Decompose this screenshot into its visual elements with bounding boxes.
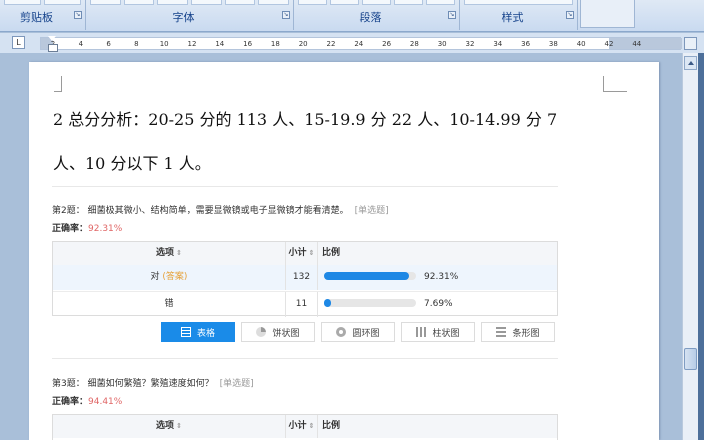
sort-icon: ⇕ [308,422,315,430]
ratio-bar [324,299,416,307]
table-row: 错 11 7.69% [53,291,557,317]
ribbon: 剪贴板 ↘ 字体 ↘ 段落 ↘ 样式 ↘ [0,0,704,32]
scrollbar-thumb[interactable] [684,348,697,370]
ruler-tick: 6 [106,40,111,48]
ruler-tick: 30 [437,40,447,48]
ruler-tick: 28 [409,40,419,48]
sort-icon: ⇕ [176,422,182,430]
ruler-tick: 34 [493,40,503,48]
tab-selector-button[interactable]: L [12,36,25,49]
view-ring-button: 圆环图 [321,322,395,342]
result-table: 选项 ⇕ 小计 ⇕ 比例 [52,414,558,440]
view-pie-button: 饼状图 [241,322,315,342]
view-table-button: 表格 [161,322,235,342]
ribbon-group-paragraph: 段落 ↘ [294,0,460,30]
margin-corner-mark [603,76,627,92]
ribbon-group-label: 段落 [359,11,382,24]
question-title: 第3题： 细菌如何繁殖？繁殖速度如何？ [单选题] [52,379,254,389]
ruler-tick: 36 [521,40,531,48]
margin-corner-mark [54,76,62,92]
view-bar-button: 条形图 [481,322,555,342]
ruler-tick: 16 [243,40,253,48]
ratio-bar [324,272,416,280]
ruler-tick: 44 [632,40,642,48]
result-table: 选项 ⇕ 小计 ⇕ 比例 对 (答案) 132 92.31% 错 11 7.69% [52,241,558,317]
ruler-tick: 20 [298,40,308,48]
ruler-tick: 10 [159,40,169,48]
ruler-tick: 26 [382,40,392,48]
accuracy-text: 正确率：92.31% [52,224,123,234]
ruler-tick: 22 [326,40,336,48]
ribbon-group-label: 字体 [172,11,195,24]
ruler-tick: 24 [354,40,364,48]
vertical-scrollbar[interactable] [682,53,698,440]
ribbon-group-font: 字体 ↘ [86,0,294,30]
pie-chart-icon [256,327,267,337]
indent-marker[interactable] [48,36,58,52]
dialog-launcher-icon[interactable]: ↘ [566,11,574,19]
ribbon-group-label: 样式 [501,11,524,24]
question-title: 第2题： 细菌极其微小、结构简单，需要显微镜或电子显微镜才能看清楚。 [单选题] [52,206,389,216]
ribbon-group-label: 剪贴板 [20,11,53,24]
bar-chart-icon [496,327,507,337]
scroll-up-arrow-icon[interactable] [684,56,697,70]
accuracy-text: 正确率：94.41% [52,397,123,407]
view-column-button: 柱状图 [401,322,475,342]
ring-chart-icon [336,327,347,337]
table-row: 对 (答案) 132 92.31% [53,265,557,290]
ruler-tick: 8 [134,40,139,48]
editing-button[interactable] [580,0,635,28]
ruler-tick: 38 [548,40,558,48]
ribbon-group-clipboard: 剪贴板 ↘ [0,0,86,30]
table-header: 选项 ⇕ 小计 ⇕ 比例 [53,242,557,265]
table-icon [180,327,191,337]
window-edge [698,53,704,440]
dialog-launcher-icon[interactable]: ↘ [74,11,82,19]
ruler-tick: 18 [270,40,280,48]
ruler-tick: 14 [215,40,225,48]
survey-result-image: 第2题： 细菌极其微小、结构简单，需要显微镜或电子显微镜才能看清楚。 [单选题] … [52,117,558,440]
ruler-tick: 40 [576,40,586,48]
dialog-launcher-icon[interactable]: ↘ [282,11,290,19]
ribbon-group-styles: 样式 ↘ [460,0,578,30]
ruler-tick: 32 [465,40,475,48]
view-ruler-icon[interactable] [684,37,697,50]
ruler-tick: 12 [187,40,197,48]
sort-icon: ⇕ [176,249,182,257]
horizontal-ruler[interactable]: 2 4 6 8 10 12 14 16 18 20 22 24 26 28 30 32 34 36 38 40 42 44 [40,37,682,50]
sort-icon: ⇕ [308,249,315,257]
table-header: 选项 ⇕ 小计 ⇕ 比例 [53,415,557,438]
ruler-tick: 42 [604,40,614,48]
ruler-tick: 4 [78,40,84,48]
column-chart-icon [416,327,427,337]
chart-view-switcher: 表格 饼状图 圆环图 柱状图 条形图 [161,322,555,342]
dialog-launcher-icon[interactable]: ↘ [448,11,456,19]
